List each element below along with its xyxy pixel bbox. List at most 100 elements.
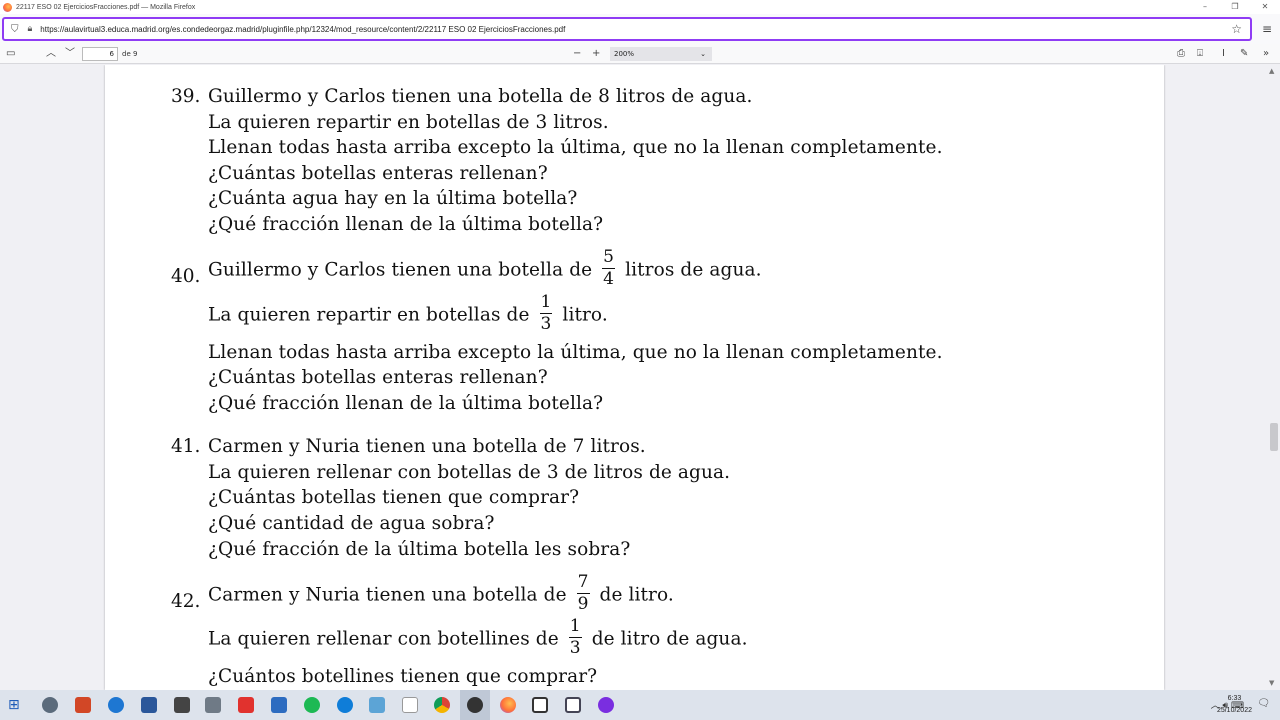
bookmark-star-icon[interactable]: ☆ [1231, 22, 1242, 36]
text-segment: de litro de agua. [591, 628, 748, 650]
app-icon[interactable] [532, 697, 548, 713]
url-text[interactable]: https://aulavirtual3.educa.madrid.org/es… [40, 25, 565, 34]
denominator: 3 [569, 638, 581, 658]
minimize-icon[interactable]: – [1190, 0, 1220, 14]
scroll-down-icon[interactable]: ▼ [1269, 679, 1274, 687]
navigation-bar: ⛉ 🔒︎ https://aulavirtual3.educa.madrid.o… [0, 14, 1280, 44]
fraction: 5 4 [602, 247, 616, 289]
problem-text: Guillermo y Carlos tienen una botella de… [208, 86, 753, 107]
firefox-icon [3, 2, 12, 12]
problem-text: ¿Cuántas botellas enteras rellenan? [208, 163, 548, 184]
app-icon[interactable] [271, 697, 287, 713]
shield-icon[interactable]: ⛉ [11, 24, 19, 35]
numerator: 1 [540, 292, 552, 312]
text-segment: litro. [562, 304, 608, 326]
lock-icon[interactable]: 🔒︎ [28, 24, 33, 34]
notification-icon[interactable]: 🗨︎ [1257, 698, 1270, 709]
more-tools-icon[interactable]: » [1263, 46, 1269, 62]
text-segment: Guillermo y Carlos tienen una botella de [208, 259, 593, 281]
problem-number: 42. [171, 591, 201, 612]
previous-page-icon[interactable]: ︿ [46, 46, 56, 62]
zoom-select[interactable]: 200% ⌄ [610, 47, 712, 61]
url-field[interactable]: ⛉ 🔒︎ https://aulavirtual3.educa.madrid.o… [2, 17, 1252, 41]
hamburger-menu-icon[interactable]: ≡ [1262, 22, 1272, 36]
problem-number: 41. [171, 436, 201, 457]
problem-number: 39. [171, 86, 201, 107]
zoom-out-icon[interactable]: − [573, 46, 581, 62]
problem-text: ¿Cuántos botellines tienen que comprar? [208, 666, 598, 687]
fraction: 7 9 [576, 572, 590, 614]
internet-explorer-icon[interactable] [108, 697, 124, 713]
problem-text: ¿Qué fracción de la última botella les s… [208, 539, 631, 560]
problem-text: La quieren rellenar con botellas de 3 de… [208, 462, 731, 483]
problem-text: La quieren repartir en botellas de 3 lit… [208, 112, 609, 133]
problem-text-with-fraction: La quieren rellenar con botellines de 1 … [208, 616, 748, 659]
clock[interactable]: 6:33 25/10/2022 [1217, 693, 1252, 717]
app-icon[interactable] [369, 697, 385, 713]
denominator: 4 [603, 269, 615, 289]
problem-text: Llenan todas hasta arriba excepto la últ… [208, 137, 943, 158]
text-segment: Carmen y Nuria tienen una botella de [208, 584, 567, 606]
scrollbar-thumb[interactable] [1270, 423, 1278, 451]
problem-text: ¿Cuánta agua hay en la última botella? [208, 188, 578, 209]
fraction: 1 3 [568, 616, 582, 658]
windows-start-icon[interactable]: ⊞ [8, 697, 24, 713]
pdf-reader-icon[interactable] [238, 697, 254, 713]
text-segment: La quieren rellenar con botellines de [208, 628, 559, 650]
fraction: 1 3 [539, 292, 553, 334]
page-number-input[interactable]: 6 [82, 47, 118, 61]
obs-icon[interactable] [467, 697, 483, 713]
pdf-viewer[interactable]: 39. Guillermo y Carlos tienen una botell… [0, 65, 1280, 690]
problem-text: Llenan todas hasta arriba excepto la últ… [208, 342, 943, 363]
edge-icon[interactable] [337, 697, 353, 713]
text-segment: La quieren repartir en botellas de [208, 304, 530, 326]
zoom-value: 200% [614, 50, 635, 58]
word-icon[interactable] [141, 697, 157, 713]
text-segment: de litro. [599, 584, 674, 606]
numerator: 5 [603, 247, 615, 267]
calculator-icon[interactable] [205, 697, 221, 713]
problem-text: ¿Cuántas botellas tienen que comprar? [208, 487, 580, 508]
draw-pen-icon[interactable]: ✎ [1240, 46, 1248, 62]
spotify-icon[interactable] [304, 697, 320, 713]
app-icon[interactable] [598, 697, 614, 713]
scroll-up-icon[interactable]: ▲ [1269, 67, 1274, 75]
window-controls: – ❐ ✕ [1190, 0, 1280, 14]
window-title: 22117 ESO 02 EjerciciosFracciones.pdf — … [16, 3, 196, 11]
pdf-toolbar: ▭ ︿ ﹀ 6 de 9 − + 200% ⌄ ⎙ ⍗ I ✎ » [0, 44, 1280, 64]
zoom-in-icon[interactable]: + [592, 46, 600, 62]
save-icon[interactable]: ⍗ [1197, 46, 1203, 62]
problem-text-with-fraction: La quieren repartir en botellas de 1 3 l… [208, 292, 608, 335]
window-titlebar: 22117 ESO 02 EjerciciosFracciones.pdf — … [0, 0, 1280, 14]
problem-text: ¿Cuántas botellas enteras rellenan? [208, 367, 548, 388]
chrome-icon[interactable] [434, 697, 450, 713]
close-icon[interactable]: ✕ [1250, 0, 1280, 14]
print-icon[interactable]: ⎙ [1177, 46, 1185, 62]
problem-text-with-fraction: Guillermo y Carlos tienen una botella de… [208, 247, 762, 290]
app-icon[interactable] [565, 697, 581, 713]
taskbar: ⊞ ︿ 🔊︎ ⌨︎ 6:33 25/10/2022 🗨︎ [0, 690, 1280, 720]
vertical-scrollbar[interactable]: ▲ ▼ [1266, 65, 1280, 690]
file-icon[interactable] [402, 697, 418, 713]
problem-text: ¿Qué fracción llenan de la última botell… [208, 393, 604, 414]
text-cursor-icon[interactable]: I [1222, 46, 1225, 62]
problem-number: 40. [171, 266, 201, 287]
sidebar-toggle-icon[interactable]: ▭ [6, 46, 15, 62]
powerpoint-icon[interactable] [75, 697, 91, 713]
problem-text: ¿Qué cantidad de agua sobra? [208, 513, 495, 534]
app-icon[interactable] [174, 697, 190, 713]
denominator: 9 [577, 594, 589, 614]
problem-text-with-fraction: Carmen y Nuria tienen una botella de 7 9… [208, 572, 674, 615]
firefox-icon[interactable] [500, 697, 516, 713]
clock-date: 25/10/2022 [1216, 707, 1252, 714]
denominator: 3 [540, 314, 552, 334]
problem-text: Carmen y Nuria tienen una botella de 7 l… [208, 436, 646, 457]
page-count: de 9 [122, 50, 138, 58]
clock-time: 6:33 [1227, 695, 1242, 702]
app-icon[interactable] [42, 697, 58, 713]
numerator: 7 [577, 572, 589, 592]
text-segment: litros de agua. [625, 259, 762, 281]
restore-icon[interactable]: ❐ [1220, 0, 1250, 14]
numerator: 1 [569, 616, 581, 636]
next-page-icon[interactable]: ﹀ [65, 46, 75, 62]
